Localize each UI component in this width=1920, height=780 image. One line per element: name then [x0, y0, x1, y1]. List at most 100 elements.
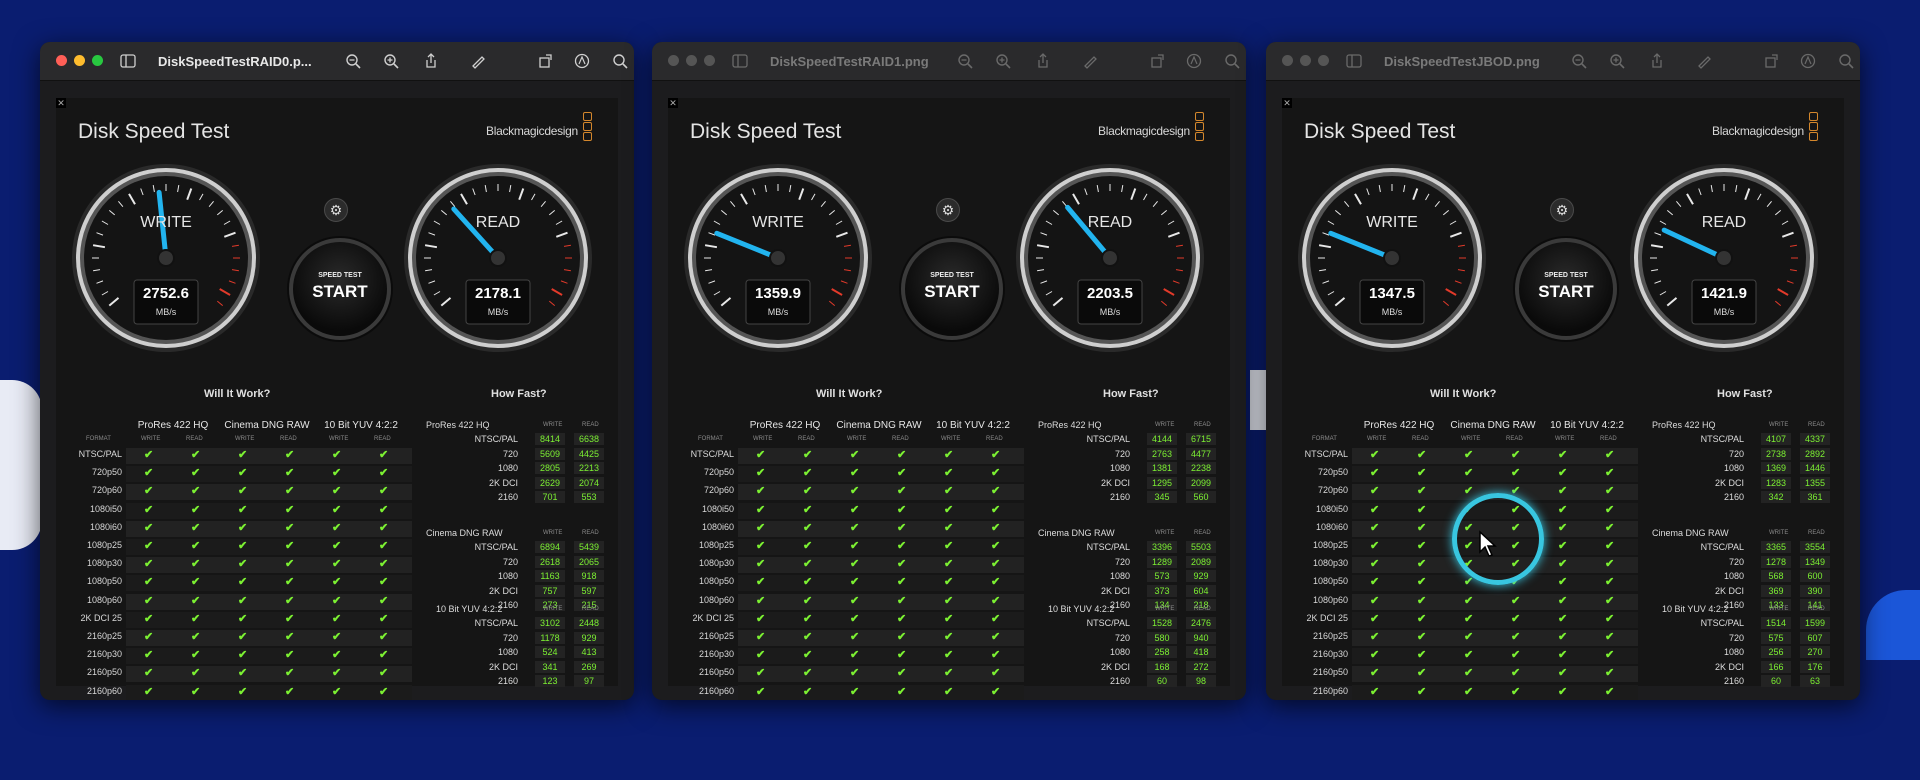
read-fps-value: 6715 — [1190, 434, 1212, 444]
zoom-out-icon[interactable] — [957, 53, 973, 69]
check-icon: ✔ — [803, 594, 813, 607]
app-close-icon[interactable]: ✕ — [56, 98, 66, 108]
zoom-button[interactable] — [1318, 55, 1329, 66]
check-icon: ✔ — [803, 521, 813, 534]
rotate-icon[interactable] — [538, 53, 554, 69]
minimize-button[interactable] — [74, 55, 85, 66]
resolution-label: 2K DCI — [1100, 477, 1130, 488]
markup-icon[interactable] — [1696, 53, 1712, 69]
speed-test-start-button[interactable]: SPEED TEST START — [289, 238, 391, 340]
check-icon: ✔ — [1558, 449, 1568, 461]
zoom-out-icon[interactable] — [1571, 53, 1587, 69]
sidebar-toggle-icon[interactable] — [120, 53, 136, 69]
rotate-icon[interactable] — [1764, 53, 1780, 69]
search-icon[interactable] — [1838, 53, 1854, 69]
read-fps-value: 361 — [1807, 492, 1823, 503]
write-fps-value: 168 — [1154, 661, 1170, 672]
check-icon: ✔ — [944, 631, 954, 643]
write-column-header: WRITE — [141, 436, 161, 442]
annotate-icon[interactable] — [1186, 53, 1202, 69]
share-icon[interactable] — [423, 53, 439, 69]
check-icon: ✔ — [850, 576, 860, 589]
check-icon: ✔ — [1558, 612, 1568, 625]
zoom-in-icon[interactable] — [383, 53, 399, 69]
check-icon: ✔ — [379, 449, 389, 461]
check-icon: ✔ — [332, 521, 342, 534]
check-icon: ✔ — [1605, 576, 1615, 589]
annotate-icon[interactable] — [574, 53, 590, 69]
read-fps-value: 597 — [581, 585, 597, 596]
zoom-in-icon[interactable] — [1609, 53, 1625, 69]
check-icon: ✔ — [332, 467, 342, 480]
resolution-label: 720 — [1728, 448, 1744, 459]
check-icon: ✔ — [332, 649, 342, 662]
close-button[interactable] — [668, 55, 679, 66]
write-column-header: WRITE — [1461, 436, 1481, 442]
read-column-header: READ — [582, 530, 599, 536]
format-label: 1080p25 — [698, 540, 734, 550]
write-fps-value: 8414 — [539, 434, 561, 444]
check-icon: ✔ — [238, 594, 248, 607]
zoom-in-icon[interactable] — [995, 53, 1011, 69]
sidebar-toggle-icon[interactable] — [732, 53, 748, 69]
mouse-cursor-icon — [1479, 530, 1497, 557]
preview-window-2[interactable]: DiskSpeedTestRAID1.png ✕ Disk Speed Test Bl… — [652, 42, 1246, 700]
sidebar-toggle-icon[interactable] — [1346, 53, 1362, 69]
close-button[interactable] — [1282, 55, 1293, 66]
search-icon[interactable] — [612, 53, 628, 69]
check-icon: ✔ — [1511, 649, 1521, 662]
speed-test-start-button[interactable]: SPEED TEST START — [901, 238, 1003, 340]
share-icon[interactable] — [1035, 53, 1051, 69]
app-close-icon[interactable]: ✕ — [1282, 98, 1292, 108]
check-icon: ✔ — [1370, 540, 1380, 552]
zoom-button[interactable] — [704, 55, 715, 66]
read-column-header: READ — [1506, 436, 1523, 442]
app-close-icon[interactable]: ✕ — [668, 98, 678, 108]
disk-speed-test-app: ✕ Disk Speed Test Blackmagicdesign WRITE 134… — [1282, 98, 1844, 700]
close-button[interactable] — [56, 55, 67, 66]
markup-icon[interactable] — [470, 53, 486, 69]
window-titlebar[interactable]: DiskSpeedTestRAID0.p... — [40, 42, 634, 81]
will-it-work-heading: Will It Work? — [1430, 388, 1497, 400]
format-label: 2160p60 — [1312, 685, 1348, 696]
zoom-button[interactable] — [92, 55, 103, 66]
annotate-icon[interactable] — [1800, 53, 1816, 69]
blackmagic-logo-icon — [583, 112, 592, 142]
preview-window-3[interactable]: DiskSpeedTestJBOD.png ✕ Disk Speed Test Bla… — [1266, 42, 1860, 700]
read-fps-value: 63 — [1809, 676, 1820, 687]
read-column-header: READ — [1194, 422, 1211, 428]
settings-gear-icon[interactable]: ⚙ — [324, 198, 348, 222]
will-it-work-group-header: ProRes 422 HQ — [1363, 420, 1435, 431]
check-icon: ✔ — [850, 449, 860, 461]
check-icon: ✔ — [191, 503, 201, 516]
will-it-work-heading: Will It Work? — [204, 388, 271, 400]
markup-icon[interactable] — [1082, 53, 1098, 69]
settings-gear-icon[interactable]: ⚙ — [1550, 198, 1574, 222]
share-icon[interactable] — [1649, 53, 1665, 69]
check-icon: ✔ — [191, 467, 201, 480]
minimize-button[interactable] — [686, 55, 697, 66]
will-it-work-row — [738, 484, 1024, 501]
write-gauge: WRITE 1359.9 MB/s — [682, 162, 874, 354]
how-fast-codec-header: ProRes 422 HQ — [1038, 420, 1102, 430]
check-icon: ✔ — [1417, 503, 1427, 516]
check-icon: ✔ — [1464, 631, 1474, 643]
preview-window-1[interactable]: DiskSpeedTestRAID0.p... ✕ Disk Speed Test B… — [40, 42, 634, 700]
window-titlebar[interactable]: DiskSpeedTestRAID1.png — [652, 42, 1246, 81]
rotate-icon[interactable] — [1150, 53, 1166, 69]
read-fps-value: 553 — [581, 492, 597, 503]
zoom-out-icon[interactable] — [345, 53, 361, 69]
speed-test-start-button[interactable]: SPEED TEST START — [1515, 238, 1617, 340]
search-icon[interactable] — [1224, 53, 1240, 69]
write-column-header: WRITE — [1155, 422, 1175, 428]
minimize-button[interactable] — [1300, 55, 1311, 66]
will-it-work-row — [738, 539, 1024, 555]
check-icon: ✔ — [238, 503, 248, 516]
settings-gear-icon[interactable]: ⚙ — [936, 198, 960, 222]
write-gauge: WRITE 1347.5 MB/s — [1296, 162, 1488, 354]
window-titlebar[interactable]: DiskSpeedTestJBOD.png — [1266, 42, 1860, 81]
read-fps-value: 272 — [1193, 661, 1209, 672]
check-icon: ✔ — [1511, 685, 1521, 698]
start-button-label: START — [1538, 282, 1594, 301]
check-icon: ✔ — [944, 467, 954, 480]
